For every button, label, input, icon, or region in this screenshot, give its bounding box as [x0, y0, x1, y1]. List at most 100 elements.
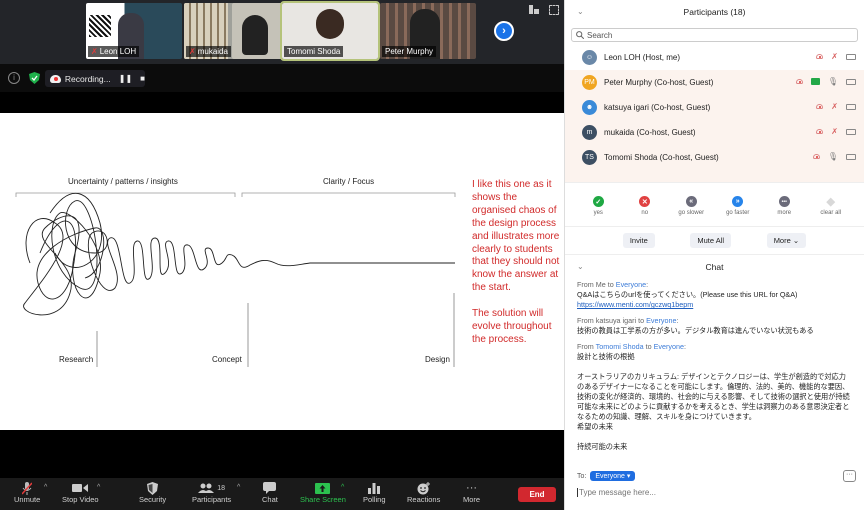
invite-button[interactable]: Invite	[622, 233, 655, 248]
unmute-label: Unmute	[14, 495, 41, 504]
avatar: TS	[582, 150, 597, 165]
reaction-yes[interactable]: ✓ yes	[578, 196, 618, 226]
polling-button[interactable]: Polling	[363, 481, 386, 504]
share-screen-button[interactable]: Share Screen	[300, 481, 346, 504]
meeting-status-bar: i Recording... ❚❚ ■	[0, 64, 564, 92]
security-button[interactable]: Security	[139, 481, 166, 504]
video-tile-tomomi[interactable]: Tomomi Shoda	[280, 1, 380, 61]
reactions-button[interactable]: Reactions	[407, 481, 440, 504]
reaction-label: clear all	[820, 210, 842, 216]
stage-label-concept: Concept	[212, 355, 242, 364]
stop-video-button[interactable]: Stop Video	[62, 481, 99, 504]
share-screen-icon	[315, 481, 331, 495]
message-text: 希望の未来	[577, 422, 613, 431]
pause-recording-button[interactable]: ❚❚	[119, 74, 132, 83]
tile-name: Peter Murphy	[382, 46, 437, 57]
chat-message: From Tomomi Shoda to Everyone: 設計と技術の根拠	[577, 342, 852, 362]
video-off-icon[interactable]	[846, 78, 856, 85]
person-silhouette	[242, 15, 268, 55]
chat-more-options-icon[interactable]: ···	[843, 470, 856, 482]
mic-icon[interactable]: 🎙︎	[828, 152, 838, 161]
chat-button[interactable]: Chat	[262, 481, 278, 504]
mic-muted-icon	[22, 481, 33, 495]
video-tile-peter[interactable]: Peter Murphy	[380, 3, 476, 59]
participant-row[interactable]	[565, 170, 864, 182]
recording-cloud-icon	[816, 54, 824, 59]
participant-row[interactable]: m mukaida (Co-host, Guest) ✗	[565, 120, 864, 145]
participant-row[interactable]: ☻ katsuya igari (Co-host, Guest) ✗	[565, 95, 864, 120]
mic-icon[interactable]: 🎙︎	[828, 77, 838, 86]
share-screen-label: Share Screen	[300, 495, 346, 504]
reaction-no[interactable]: ✕ no	[625, 196, 665, 226]
meeting-toolbar: Unmute ^ Stop Video ^ Security 18 Partic…	[0, 478, 564, 510]
video-tile-leon[interactable]: ✗ Leon LOH	[86, 3, 182, 59]
mic-muted-icon[interactable]: ✗	[831, 127, 838, 136]
stop-recording-button[interactable]: ■	[140, 74, 145, 83]
recipient-dropdown[interactable]: Everyone ▾	[590, 471, 636, 481]
bracket-clarity	[241, 192, 456, 197]
annotation-paragraph: I like this one as it shows the organise…	[472, 179, 560, 294]
chevron-right-icon: ›	[502, 25, 506, 37]
audio-options-caret[interactable]: ^	[44, 484, 47, 491]
avatar: ☻	[582, 100, 597, 115]
fullscreen-icon[interactable]	[549, 5, 559, 15]
collapse-participants-icon[interactable]: ⌄	[577, 7, 584, 16]
reaction-clear-all[interactable]: ◆ clear all	[811, 196, 851, 226]
shared-slide: Uncertainty / patterns / insights Clarit…	[0, 113, 564, 430]
more-actions-button[interactable]: More ⌄	[766, 233, 807, 248]
avatar: PM	[582, 75, 597, 90]
reaction-label: yes	[593, 210, 603, 216]
next-page-button[interactable]: ›	[494, 21, 514, 41]
info-icon[interactable]: i	[8, 72, 20, 84]
more-button[interactable]: ··· More	[463, 481, 480, 504]
participant-search-input[interactable]: Search	[571, 28, 858, 42]
share-options-caret[interactable]: ^	[341, 484, 344, 491]
participants-options-caret[interactable]: ^	[237, 484, 240, 491]
chat-message: From Me to Everyone: Q&Aはこちらのurlを使ってください…	[577, 280, 852, 310]
participant-list: ☺ Leon LOH (Host, me) ✗ PM Peter Murphy …	[565, 45, 864, 182]
search-icon	[576, 31, 584, 39]
end-meeting-button[interactable]: End	[518, 487, 556, 502]
unmute-button[interactable]: Unmute	[14, 481, 40, 504]
avatar: ☺	[582, 50, 597, 65]
rewind-icon: «	[685, 196, 697, 207]
participant-name: Peter Murphy (Co-host, Guest)	[604, 78, 714, 87]
video-options-caret[interactable]: ^	[97, 484, 100, 491]
message-link[interactable]: https://www.menti.com/gczwq1bepm	[577, 300, 693, 309]
view-layout-icon[interactable]	[529, 5, 539, 14]
reaction-go-slower[interactable]: « go slower	[671, 196, 711, 226]
video-off-icon[interactable]	[846, 53, 856, 60]
chat-title: Chat	[705, 261, 724, 272]
no-x-icon: ✕	[639, 196, 651, 207]
reaction-go-faster[interactable]: » go faster	[718, 196, 758, 226]
reaction-more[interactable]: ••• more	[764, 196, 804, 226]
message-sender: From Tomomi Shoda to Everyone:	[577, 342, 686, 351]
clarity-header: Clarity / Focus	[323, 177, 375, 186]
participant-name: Leon LOH (Host, me)	[604, 53, 681, 62]
more-dots-icon: ···	[466, 482, 478, 494]
mute-all-button[interactable]: Mute All	[690, 233, 732, 248]
recording-cloud-icon	[816, 129, 824, 134]
chat-message: From katsuya igari to Everyone: 技術の教員は工学…	[577, 316, 852, 336]
video-tile-unnamed[interactable]	[232, 3, 282, 59]
collapse-chat-icon[interactable]: ⌄	[577, 262, 584, 271]
participants-icon: 18	[198, 481, 225, 495]
participants-header: ⌄ Participants (18)	[565, 0, 864, 24]
video-off-icon[interactable]	[846, 128, 856, 135]
participant-row[interactable]: PM Peter Murphy (Co-host, Guest) 🎙︎	[565, 70, 864, 95]
chat-message-input[interactable]	[577, 488, 847, 497]
video-off-icon[interactable]	[846, 153, 856, 160]
participant-name: mukaida (Co-host, Guest)	[604, 128, 696, 137]
participants-actions: Invite Mute All More ⌄	[565, 226, 864, 254]
mic-muted-icon[interactable]: ✗	[831, 52, 838, 61]
encryption-shield-icon[interactable]	[29, 72, 40, 84]
participant-row[interactable]: TS Tomomi Shoda (Co-host, Guest) 🎙︎	[565, 145, 864, 170]
gallery-strip: ✗ Leon LOH ✗ mukaida Tomomi Shoda Peter Mu…	[0, 0, 564, 64]
video-off-icon[interactable]	[846, 103, 856, 110]
participant-row[interactable]: ☺ Leon LOH (Host, me) ✗	[565, 45, 864, 70]
polling-chart-icon	[368, 481, 381, 495]
participant-status-icons: ✗	[816, 52, 856, 61]
message-sender: From Me to Everyone:	[577, 280, 649, 289]
participants-button[interactable]: 18 Participants	[192, 481, 231, 504]
mic-muted-icon[interactable]: ✗	[831, 102, 838, 111]
